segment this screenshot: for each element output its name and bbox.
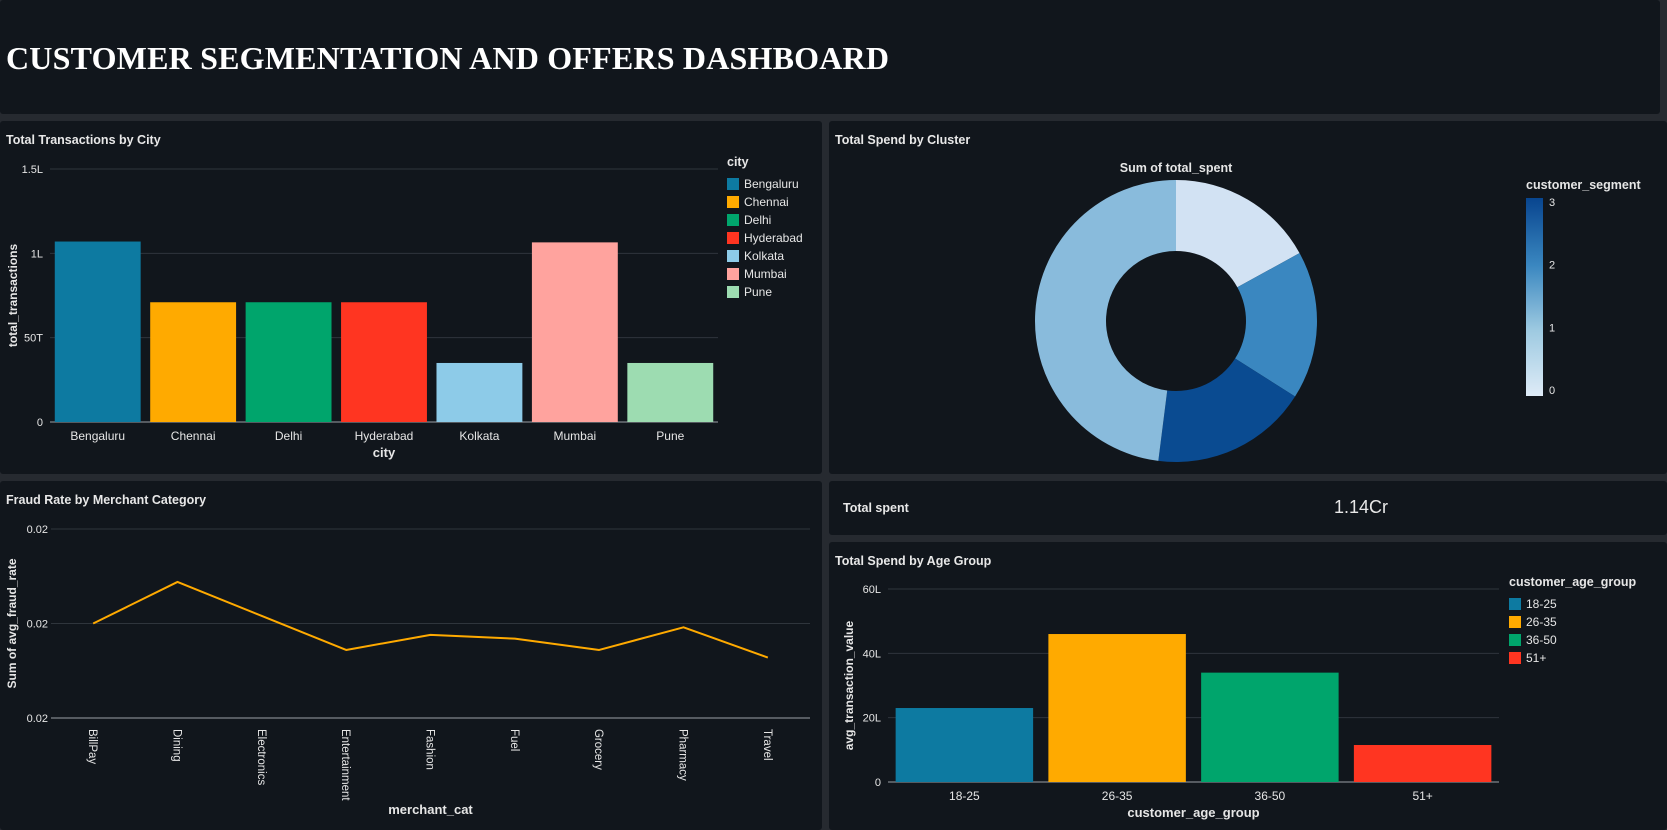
legend-swatch	[1509, 652, 1521, 664]
x-tick-label: Delhi	[275, 429, 302, 443]
bar-Chennai[interactable]	[150, 302, 237, 422]
legend-swatch	[1509, 598, 1521, 610]
x-tick-label: Entertainment	[339, 729, 351, 801]
legend-label: Hyderabad	[744, 231, 803, 245]
legend-swatch	[727, 232, 739, 244]
x-tick-label: Fashion	[424, 729, 436, 770]
y-tick-label: 50T	[24, 333, 43, 345]
x-tick-label: 51+	[1412, 789, 1432, 803]
legend-label: Kolkata	[744, 249, 784, 263]
x-tick-label: Pharmacy	[677, 729, 689, 781]
kpi-value: 1.14Cr	[1334, 497, 1389, 517]
legend-title: city	[727, 155, 749, 169]
bar-36-50[interactable]	[1201, 672, 1339, 782]
bar-Delhi[interactable]	[245, 302, 332, 422]
legend-label: Bengaluru	[744, 177, 799, 191]
y-tick-label: 1.5L	[22, 164, 43, 176]
y-axis-label: total_transactions	[6, 243, 20, 347]
colorbar-title: customer_segment	[1526, 178, 1641, 192]
x-tick-label: Mumbai	[554, 429, 597, 443]
y-tick-label: 0	[875, 777, 881, 789]
x-tick-label: BillPay	[86, 729, 98, 764]
bar-18-25[interactable]	[895, 708, 1034, 782]
legend-label: 18-25	[1526, 597, 1557, 611]
x-tick-label: Fuel	[508, 729, 520, 751]
x-tick-label: 36-50	[1255, 789, 1286, 803]
colorbar-tick-label: 0	[1549, 385, 1555, 397]
y-tick-label: 0.02	[27, 619, 48, 631]
x-tick-label: Dining	[171, 729, 183, 762]
legend-swatch	[727, 178, 739, 190]
bar-51+[interactable]	[1353, 745, 1492, 782]
y-tick-label: 0	[37, 417, 43, 429]
y-tick-label: 0.02	[27, 713, 48, 725]
legend-swatch	[1509, 634, 1521, 646]
dashboard-title: CUSTOMER SEGMENTATION AND OFFERS DASHBOA…	[6, 40, 890, 76]
y-tick-label: 40L	[863, 648, 881, 660]
y-tick-label: 0.02	[27, 524, 48, 536]
bar-Pune[interactable]	[627, 362, 714, 422]
x-tick-label: Grocery	[592, 729, 604, 770]
fraud-rate-chart[interactable]: 0.02 0.02 0.02 BillPay Dining Electronics Ente…	[0, 481, 822, 830]
colorbar-tick-label: 3	[1549, 197, 1555, 209]
spend-by-age-panel: Total Spend by Age Group 0 20L 40L 60L 18-25…	[829, 542, 1667, 830]
legend-swatch	[727, 268, 739, 280]
spend-by-cluster-chart[interactable]: Sum of total_spent customer_segment 3 2 1 0	[829, 121, 1667, 474]
x-tick-label: 18-25	[949, 789, 980, 803]
y-tick-label: 20L	[863, 713, 881, 725]
x-tick-label: Kolkata	[459, 429, 499, 443]
y-tick-label: 60L	[863, 584, 881, 596]
legend-swatch	[727, 196, 739, 208]
bar-Hyderabad[interactable]	[341, 302, 427, 422]
x-axis-label: customer_age_group	[1127, 805, 1259, 820]
transactions-by-city-chart[interactable]: 0 50T 1L 1.5L Bengaluru Chennai Delhi Hyderabad…	[0, 121, 822, 474]
legend-label: 36-50	[1526, 633, 1557, 647]
colorbar-tick-label: 1	[1549, 322, 1555, 334]
legend-label: 51+	[1526, 651, 1546, 665]
x-axis-label: merchant_cat	[388, 802, 473, 817]
x-tick-label: Travel	[761, 729, 773, 761]
y-axis-label: avg_transaction_value	[842, 620, 856, 750]
dashboard-header: CUSTOMER SEGMENTATION AND OFFERS DASHBOA…	[0, 0, 1660, 114]
bar-Mumbai[interactable]	[531, 242, 618, 422]
colorbar-tick-label: 2	[1549, 260, 1555, 272]
x-tick-label: Chennai	[171, 429, 216, 443]
y-axis-label: Sum of avg_fraud_rate	[5, 558, 19, 688]
legend-swatch	[727, 250, 739, 262]
legend-label: 26-35	[1526, 615, 1557, 629]
kpi-label: Total spent	[843, 501, 909, 515]
legend-swatch	[727, 286, 739, 298]
legend-label: Pune	[744, 285, 772, 299]
x-tick-label: Bengaluru	[70, 429, 125, 443]
legend-label: Mumbai	[744, 267, 787, 281]
x-tick-label: Pune	[656, 429, 684, 443]
fraud-rate-panel: Fraud Rate by Merchant Category 0.02 0.02…	[0, 481, 822, 830]
x-tick-label: 26-35	[1102, 789, 1133, 803]
total-spent-card: Total spent 1.14Cr	[829, 481, 1667, 535]
x-axis-label: city	[373, 445, 396, 460]
bar-26-35[interactable]	[1048, 634, 1186, 782]
spend-by-age-chart[interactable]: 0 20L 40L 60L 18-25 26-35 36-50 51+ customer_age…	[829, 542, 1667, 830]
legend-swatch	[727, 214, 739, 226]
x-tick-label: Electronics	[255, 729, 267, 785]
legend-label: Delhi	[744, 213, 771, 227]
legend-swatch	[1509, 616, 1521, 628]
bar-Bengaluru[interactable]	[54, 241, 141, 422]
pie-slice-segment-1[interactable]	[1035, 180, 1176, 461]
pie-subtitle: Sum of total_spent	[1120, 161, 1233, 175]
colorbar	[1526, 198, 1543, 396]
y-tick-label: 1L	[31, 248, 43, 260]
bar-Kolkata[interactable]	[436, 362, 523, 422]
fraud-rate-line[interactable]	[92, 580, 769, 659]
legend-title: customer_age_group	[1509, 575, 1636, 589]
x-tick-label: Hyderabad	[355, 429, 414, 443]
transactions-by-city-panel: Total Transactions by City 0 50T 1L 1.5L Ben…	[0, 121, 822, 474]
legend-label: Chennai	[744, 195, 789, 209]
spend-by-cluster-panel: Total Spend by Cluster Sum of total_spen…	[829, 121, 1667, 474]
